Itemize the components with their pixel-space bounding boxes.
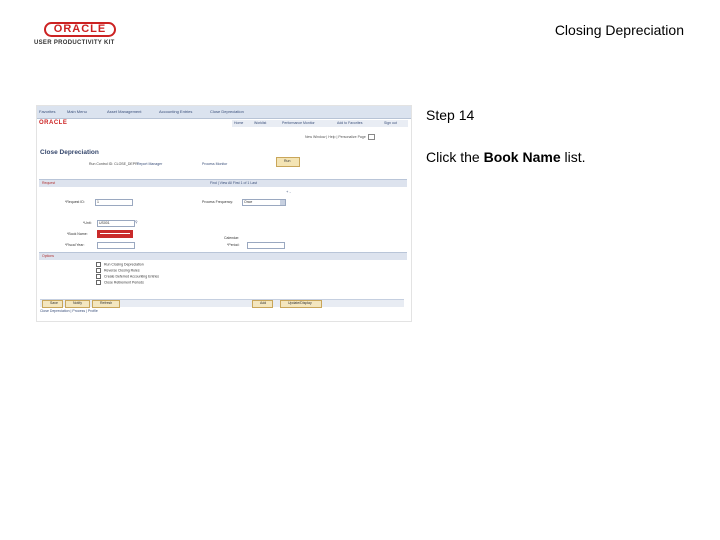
- notify-button[interactable]: Notify: [65, 300, 90, 308]
- process-frequency-select[interactable]: Once: [242, 199, 286, 206]
- grid-navigation[interactable]: Find | View All First 1 of 1 Last: [210, 181, 257, 185]
- run-control-id: Run Control ID: CLOSE_DEPR: [89, 162, 138, 166]
- slide-title: Closing Depreciation: [554, 22, 684, 38]
- step-number: Step 14: [426, 107, 475, 123]
- unit-label: *Unit:: [83, 221, 92, 225]
- fiscal-year-label: *Fiscal Year:: [65, 243, 85, 247]
- checkbox-deferred-entries[interactable]: Create Deferred Accounting Entries: [96, 274, 159, 279]
- book-name-label: *Book Name:: [67, 232, 88, 236]
- checkbox-close-retirement[interactable]: Close Retirement Periods: [96, 280, 144, 285]
- breadcrumb-item[interactable]: Asset Management: [107, 109, 141, 114]
- nav-link-signout[interactable]: Sign out: [384, 121, 397, 125]
- period-input[interactable]: [247, 242, 285, 249]
- process-frequency-label: Process Frequency:: [202, 200, 234, 204]
- update-display-button[interactable]: Update/Display: [280, 300, 322, 308]
- breadcrumb-item[interactable]: Main Menu: [67, 109, 87, 114]
- page-footer-links[interactable]: Close Depreciation | Process | Profile: [40, 309, 98, 313]
- calendar-label: Calendar:: [224, 236, 240, 240]
- unit-lookup-icon[interactable]: ⚲: [135, 220, 138, 224]
- breadcrumb-bar: Favorites Main Menu Asset Management Acc…: [37, 106, 411, 119]
- page-title: Close Depreciation: [40, 149, 99, 156]
- application-screenshot: Favorites Main Menu Asset Management Acc…: [36, 105, 412, 322]
- book-name-select-highlight[interactable]: [97, 230, 133, 238]
- book-name-select[interactable]: [100, 233, 130, 234]
- period-label: *Period:: [227, 243, 240, 247]
- breadcrumb-item[interactable]: Close Depreciation: [210, 109, 244, 114]
- breadcrumb-item[interactable]: Accounting Entries: [159, 109, 192, 114]
- options-section-header: Options: [39, 252, 407, 260]
- unit-input[interactable]: US001: [97, 220, 135, 227]
- add-delete-row-buttons[interactable]: + -: [286, 189, 291, 194]
- add-button[interactable]: Add: [252, 300, 273, 308]
- checkbox-icon: [96, 262, 101, 267]
- instruction-suffix: list.: [560, 149, 586, 165]
- run-button[interactable]: Run: [276, 157, 300, 167]
- request-id-label: *Request ID:: [65, 200, 85, 204]
- oracle-upk-logo: ORACLE USER PRODUCTIVITY KIT: [34, 22, 126, 48]
- checkbox-run-closing[interactable]: Run Closing Depreciation: [96, 262, 144, 267]
- breadcrumb-item[interactable]: Favorites: [39, 109, 55, 114]
- global-nav: Home Worklist Performance Monitor Add to…: [232, 120, 408, 127]
- nav-link-performance[interactable]: Performance Monitor: [282, 121, 315, 125]
- instruction-target: Book Name: [483, 149, 561, 165]
- instruction-prefix: Click the: [426, 149, 484, 165]
- nav-link-favorites[interactable]: Add to Favorites: [337, 121, 362, 125]
- fiscal-year-input[interactable]: [97, 242, 135, 249]
- request-id-input[interactable]: 1: [95, 199, 133, 206]
- oracle-app-logo: ORACLE: [39, 120, 68, 126]
- nav-link-worklist[interactable]: Worklist: [254, 121, 266, 125]
- refresh-button[interactable]: Refresh: [92, 300, 120, 308]
- personalize-icon: [367, 134, 375, 140]
- step-instruction: Click the Book Name list.: [426, 149, 586, 165]
- checkbox-icon: [96, 268, 101, 273]
- checkbox-icon: [96, 274, 101, 279]
- page-utility-links[interactable]: New Window | Help | Personalize Page: [305, 134, 375, 140]
- report-manager-link[interactable]: Report Manager: [137, 162, 162, 166]
- upk-logo-text: USER PRODUCTIVITY KIT: [34, 40, 115, 46]
- process-monitor-link[interactable]: Process Monitor: [202, 162, 227, 166]
- checkbox-icon: [96, 280, 101, 285]
- save-button[interactable]: Save: [42, 300, 63, 308]
- nav-link-home[interactable]: Home: [234, 121, 243, 125]
- checkbox-reverse-closing[interactable]: Reverse Closing Rules: [96, 268, 140, 273]
- oracle-logo-text: ORACLE: [44, 22, 116, 37]
- dropdown-arrow-icon: [280, 200, 285, 205]
